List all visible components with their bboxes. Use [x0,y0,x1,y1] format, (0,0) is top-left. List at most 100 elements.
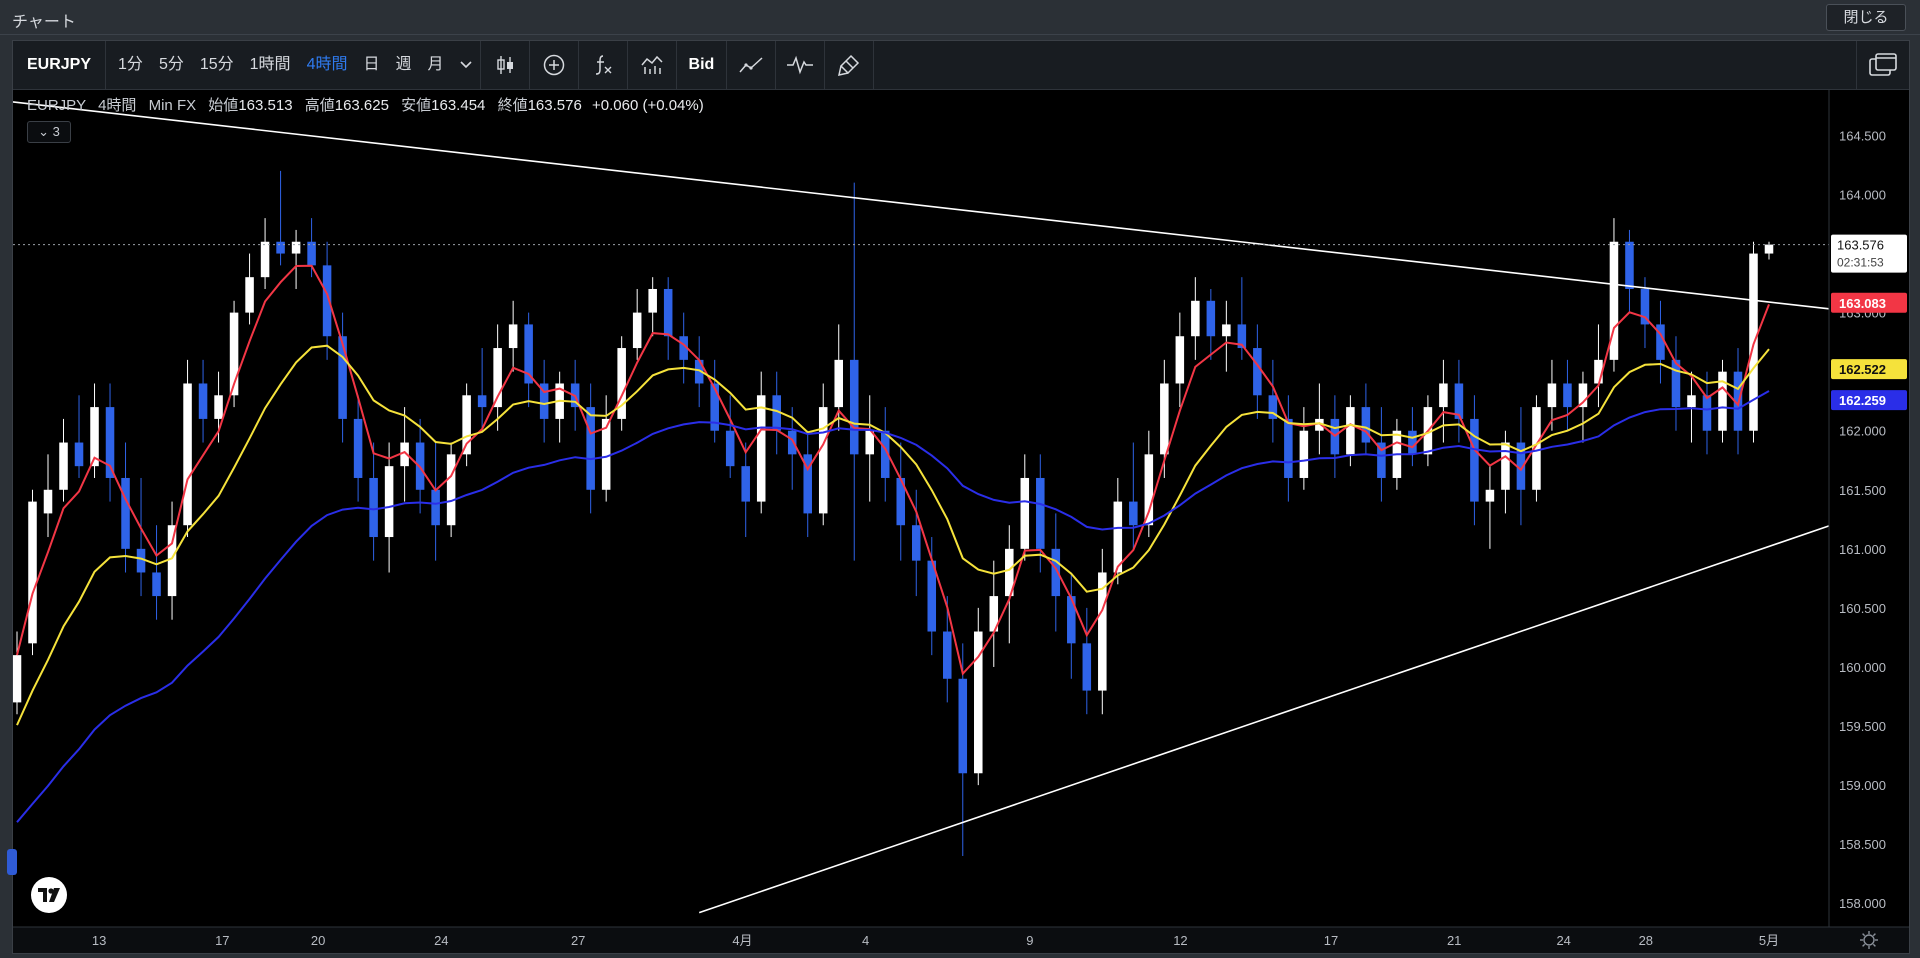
candle-body [1408,430,1417,455]
candle-body [849,359,859,455]
symbol-button[interactable]: EURJPY [13,41,107,89]
chart-type-button[interactable] [481,41,530,89]
indicator-count: 3 [52,124,60,139]
legend-open-label: 始値 [208,97,239,114]
interval-list: 1分 5分 15分 1時間 4時間 日 週 月 [106,41,451,89]
ma-value-label: 163.083 [1839,296,1886,311]
candle-body [1346,407,1355,455]
interval-week[interactable]: 週 [387,41,419,89]
legend-open-value: 163.513 [238,97,293,114]
price-tick-label: 164.500 [1839,128,1886,143]
price-tick-label: 161.500 [1839,483,1886,498]
price-tick-label: 164.000 [1839,187,1886,202]
left-panel-handle[interactable] [7,849,17,875]
candle-body [59,442,68,490]
candle-body [1020,477,1030,549]
chart-plot-area[interactable]: 164.500164.000163.500163.000162.500162.0… [12,90,1909,953]
ohlc-legend: EURJPY 4時間 Min FX 始値163.513 高値163.625 安値… [27,94,704,115]
price-tick-label: 161.000 [1839,542,1886,557]
close-button[interactable]: 閉じる [1826,4,1906,31]
candle-body [1563,383,1572,408]
time-tick-label: 12 [1173,933,1187,948]
candle-body [477,395,487,408]
time-tick-label: 27 [571,933,585,948]
candle-body [369,477,378,538]
candle-body [74,442,84,467]
interval-menu-button[interactable] [452,41,481,89]
candle-body [1113,501,1123,573]
candle-body [787,430,797,455]
interval-day[interactable]: 日 [355,41,387,89]
candle-body [508,324,518,349]
indicator-function-button[interactable] [579,41,628,89]
candle-body [1625,241,1634,289]
candle [183,359,192,538]
candle-body [1470,418,1479,502]
interval-1m[interactable]: 1分 [110,41,151,89]
candle-body [1547,383,1557,408]
tradingview-logo-icon[interactable] [31,877,67,913]
candle-body [446,454,456,526]
candle-body [1485,489,1495,502]
candle-body [121,477,130,549]
price-axis-background [1829,90,1909,953]
candle-body [183,383,192,526]
bid-toggle-button[interactable]: Bid [677,41,728,89]
chevron-down-icon: ⌄ [38,124,50,139]
chart-svg[interactable]: 164.500164.000163.500163.000162.500162.0… [12,90,1909,953]
ma-value-label: 162.522 [1839,362,1886,377]
candle-body [353,418,363,478]
indicator-collapse-button[interactable]: ⌄ 3 [27,121,71,143]
candle-body [1284,418,1293,478]
interval-5m[interactable]: 5分 [151,41,192,89]
candle-body [431,489,440,526]
title-bar: チャート 閉じる [0,0,1920,35]
windows-icon [1869,53,1897,76]
candle-body [152,572,161,597]
legend-high-label: 高値 [304,97,335,114]
candle-body [1129,501,1138,526]
drawing-brush-button[interactable] [825,41,875,89]
interval-15m[interactable]: 15分 [192,41,242,89]
candle [28,489,37,656]
indicators-button[interactable] [628,41,677,89]
time-tick-label: 28 [1639,933,1653,948]
candle-body [632,312,642,349]
price-tick-label: 160.500 [1839,601,1886,616]
compare-button[interactable] [530,41,579,89]
candle-body [198,383,208,419]
candle-body [741,466,750,502]
brush-icon [838,54,860,76]
time-tick-label: 20 [311,933,325,948]
price-tick-label: 162.000 [1839,424,1886,439]
interval-4h[interactable]: 4時間 [299,41,356,89]
interval-1h[interactable]: 1時間 [242,41,299,89]
candle [617,336,626,431]
interval-month[interactable]: 月 [420,41,452,89]
chart-frame: EURJPY 1分 5分 15分 1時間 4時間 日 週 月 Bid 164.5… [7,40,1910,954]
candle-body [648,288,657,313]
time-tick-label: 5月 [1759,933,1779,948]
price-tick-label: 160.000 [1839,660,1886,675]
candle-body [291,241,301,254]
candle-body [1501,442,1510,490]
price-tick-label: 158.000 [1839,896,1886,911]
line-tool-button[interactable] [727,41,777,89]
time-tick-label: 4 [862,933,869,948]
candle-body [1191,300,1200,337]
candle-body [1253,348,1262,396]
candle-body [1361,407,1371,443]
oscillator-button[interactable] [776,41,826,89]
legend-high-value: 163.625 [334,97,389,114]
candle-body [245,277,254,313]
candle-body [586,407,595,490]
candle-body [1160,383,1169,455]
candle-body [725,430,735,467]
time-tick-label: 21 [1447,933,1461,948]
layout-button[interactable] [1856,41,1909,89]
time-tick-label: 9 [1026,933,1033,948]
price-tick-label: 159.500 [1839,719,1886,734]
candle-body [663,288,673,337]
pulse-icon [787,55,814,75]
candle-body [1687,395,1696,408]
